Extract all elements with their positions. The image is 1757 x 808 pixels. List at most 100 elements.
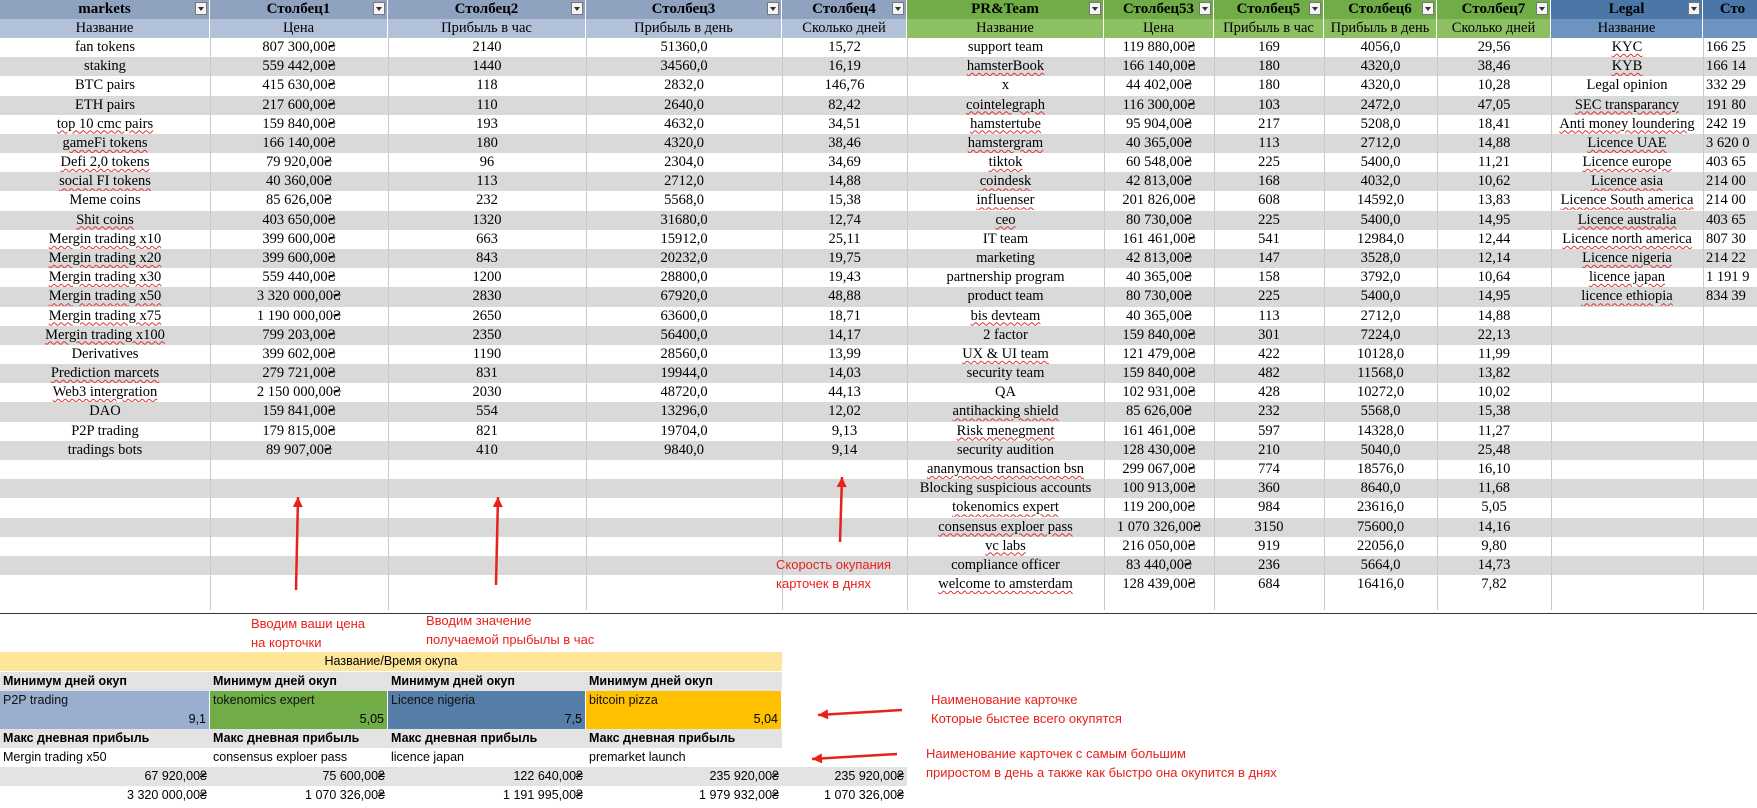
prteam-cell-r18-c0[interactable]: QA xyxy=(907,383,1104,402)
prteam-cell-r0-c3[interactable]: 4056,0 xyxy=(1324,38,1437,57)
markets-filter-dropdown-icon[interactable] xyxy=(571,2,583,15)
markets-cell-r19-c0[interactable]: DAO xyxy=(0,402,210,421)
markets-cell-r11-c0[interactable]: Mergin trading x20 xyxy=(0,249,210,268)
markets-cell-r4-c3[interactable]: 4632,0 xyxy=(586,115,782,134)
prteam-cell-r19-c1[interactable]: 85 626,00₴ xyxy=(1104,402,1214,421)
markets-cell-r8-c0[interactable]: Meme coins xyxy=(0,191,210,210)
markets-cell-r13-c1[interactable]: 3 320 000,00₴ xyxy=(210,287,388,306)
markets-cell-r4-c1[interactable]: 159 840,00₴ xyxy=(210,115,388,134)
prteam-cell-r5-c3[interactable]: 2712,0 xyxy=(1324,134,1437,153)
prteam-cell-r8-c3[interactable]: 14592,0 xyxy=(1324,191,1437,210)
markets-cell-r14-c4[interactable]: 18,71 xyxy=(782,307,907,326)
legal-cell-r6-c0[interactable]: Licence europe xyxy=(1551,153,1703,172)
prteam-cell-r18-c1[interactable]: 102 931,00₴ xyxy=(1104,383,1214,402)
markets-cell-r17-c0[interactable]: Prediction marcets xyxy=(0,364,210,383)
prteam-cell-r3-c1[interactable]: 116 300,00₴ xyxy=(1104,96,1214,115)
legal-cell-r13-c0[interactable]: licence ethiopia xyxy=(1551,287,1703,306)
prteam-header-1[interactable]: Столбец53 xyxy=(1104,0,1214,19)
prteam-cell-r2-c3[interactable]: 4320,0 xyxy=(1324,76,1437,95)
spreadsheet[interactable]: markets Название Столбец1 Цена Столбец2 Прибы… xyxy=(0,0,1757,808)
legal-cell-r7-c1[interactable]: 214 00 xyxy=(1703,172,1757,191)
markets-cell-r3-c4[interactable]: 82,42 xyxy=(782,96,907,115)
prteam-cell-r7-c0[interactable]: coindesk xyxy=(907,172,1104,191)
markets-cell-r18-c2[interactable]: 2030 xyxy=(388,383,586,402)
prteam-cell-r19-c2[interactable]: 232 xyxy=(1214,402,1324,421)
min-days-value[interactable]: 5,04 xyxy=(586,710,782,729)
markets-cell-r4-c4[interactable]: 34,51 xyxy=(782,115,907,134)
markets-filter-dropdown-icon[interactable] xyxy=(892,2,904,15)
prteam-cell-r21-c1[interactable]: 128 430,00₴ xyxy=(1104,441,1214,460)
prteam-cell-r23-c1[interactable]: 100 913,00₴ xyxy=(1104,479,1214,498)
markets-cell-r5-c3[interactable]: 4320,0 xyxy=(586,134,782,153)
max-profit-value[interactable]: 122 640,00₴ xyxy=(388,767,586,786)
markets-header-2[interactable]: Столбец2 xyxy=(388,0,586,19)
markets-cell-r14-c0[interactable]: Mergin trading x75 xyxy=(0,307,210,326)
max-profit-value[interactable]: 235 920,00₴ xyxy=(586,767,782,786)
markets-header-1[interactable]: Столбец1 xyxy=(210,0,388,19)
prteam-cell-r12-c1[interactable]: 40 365,00₴ xyxy=(1104,268,1214,287)
markets-cell-r6-c1[interactable]: 79 920,00₴ xyxy=(210,153,388,172)
prteam-filter-dropdown-icon[interactable] xyxy=(1309,2,1321,15)
prteam-cell-r9-c0[interactable]: ceo xyxy=(907,211,1104,230)
prteam-cell-r28-c3[interactable]: 16416,0 xyxy=(1324,575,1437,594)
markets-cell-r21-c3[interactable]: 9840,0 xyxy=(586,441,782,460)
markets-cell-r19-c3[interactable]: 13296,0 xyxy=(586,402,782,421)
legal-cell-r4-c0[interactable]: Anti money loundering xyxy=(1551,115,1703,134)
prteam-cell-r23-c4[interactable]: 11,68 xyxy=(1437,479,1551,498)
markets-cell-r6-c2[interactable]: 96 xyxy=(388,153,586,172)
prteam-cell-r4-c2[interactable]: 217 xyxy=(1214,115,1324,134)
prteam-cell-r21-c2[interactable]: 210 xyxy=(1214,441,1324,460)
markets-cell-r18-c0[interactable]: Web3 intergration xyxy=(0,383,210,402)
prteam-cell-r6-c1[interactable]: 60 548,00₴ xyxy=(1104,153,1214,172)
prteam-cell-r16-c1[interactable]: 121 479,00₴ xyxy=(1104,345,1214,364)
markets-cell-r6-c3[interactable]: 2304,0 xyxy=(586,153,782,172)
legal-cell-r5-c0[interactable]: Licence UAE xyxy=(1551,134,1703,153)
legal-cell-r11-c1[interactable]: 214 22 xyxy=(1703,249,1757,268)
markets-cell-r8-c1[interactable]: 85 626,00₴ xyxy=(210,191,388,210)
markets-cell-r9-c1[interactable]: 403 650,00₴ xyxy=(210,211,388,230)
prteam-cell-r16-c2[interactable]: 422 xyxy=(1214,345,1324,364)
prteam-cell-r28-c4[interactable]: 7,82 xyxy=(1437,575,1551,594)
prteam-cell-r20-c3[interactable]: 14328,0 xyxy=(1324,422,1437,441)
prteam-cell-r7-c3[interactable]: 4032,0 xyxy=(1324,172,1437,191)
prteam-cell-r26-c3[interactable]: 22056,0 xyxy=(1324,537,1437,556)
prteam-cell-r2-c1[interactable]: 44 402,00₴ xyxy=(1104,76,1214,95)
prteam-cell-r20-c0[interactable]: Risk menegment xyxy=(907,422,1104,441)
prteam-cell-r11-c3[interactable]: 3528,0 xyxy=(1324,249,1437,268)
prteam-cell-r26-c2[interactable]: 919 xyxy=(1214,537,1324,556)
prteam-cell-r3-c4[interactable]: 47,05 xyxy=(1437,96,1551,115)
markets-cell-r9-c3[interactable]: 31680,0 xyxy=(586,211,782,230)
prteam-header-2[interactable]: Столбец5 xyxy=(1214,0,1324,19)
markets-cell-r12-c3[interactable]: 28800,0 xyxy=(586,268,782,287)
markets-cell-r14-c1[interactable]: 1 190 000,00₴ xyxy=(210,307,388,326)
prteam-cell-r22-c1[interactable]: 299 067,00₴ xyxy=(1104,460,1214,479)
markets-cell-r12-c4[interactable]: 19,43 xyxy=(782,268,907,287)
legal-filter-dropdown-icon[interactable] xyxy=(1688,2,1700,15)
prteam-cell-r26-c0[interactable]: vc labs xyxy=(907,537,1104,556)
legal-header-1[interactable]: Сто xyxy=(1703,0,1757,19)
markets-cell-r10-c1[interactable]: 399 600,00₴ xyxy=(210,230,388,249)
prteam-cell-r27-c4[interactable]: 14,73 xyxy=(1437,556,1551,575)
prteam-cell-r0-c2[interactable]: 169 xyxy=(1214,38,1324,57)
markets-cell-r0-c3[interactable]: 51360,0 xyxy=(586,38,782,57)
prteam-cell-r4-c0[interactable]: hamstertube xyxy=(907,115,1104,134)
markets-cell-r7-c0[interactable]: social FI tokens xyxy=(0,172,210,191)
prteam-cell-r13-c0[interactable]: product team xyxy=(907,287,1104,306)
prteam-cell-r24-c3[interactable]: 23616,0 xyxy=(1324,498,1437,517)
prteam-cell-r0-c1[interactable]: 119 880,00₴ xyxy=(1104,38,1214,57)
prteam-cell-r4-c3[interactable]: 5208,0 xyxy=(1324,115,1437,134)
markets-cell-r21-c0[interactable]: tradings bots xyxy=(0,441,210,460)
prteam-cell-r27-c3[interactable]: 5664,0 xyxy=(1324,556,1437,575)
prteam-cell-r15-c3[interactable]: 7224,0 xyxy=(1324,326,1437,345)
prteam-cell-r15-c2[interactable]: 301 xyxy=(1214,326,1324,345)
markets-cell-r16-c0[interactable]: Derivatives xyxy=(0,345,210,364)
min-days-card-name[interactable]: Licence nigeria xyxy=(388,691,586,710)
markets-filter-dropdown-icon[interactable] xyxy=(373,2,385,15)
prteam-cell-r24-c4[interactable]: 5,05 xyxy=(1437,498,1551,517)
prteam-cell-r27-c2[interactable]: 236 xyxy=(1214,556,1324,575)
prteam-cell-r24-c1[interactable]: 119 200,00₴ xyxy=(1104,498,1214,517)
max-profit-card-name[interactable]: consensus exploer pass xyxy=(210,748,388,767)
prteam-cell-r27-c1[interactable]: 83 440,00₴ xyxy=(1104,556,1214,575)
markets-cell-r5-c1[interactable]: 166 140,00₴ xyxy=(210,134,388,153)
prteam-filter-dropdown-icon[interactable] xyxy=(1089,2,1101,15)
